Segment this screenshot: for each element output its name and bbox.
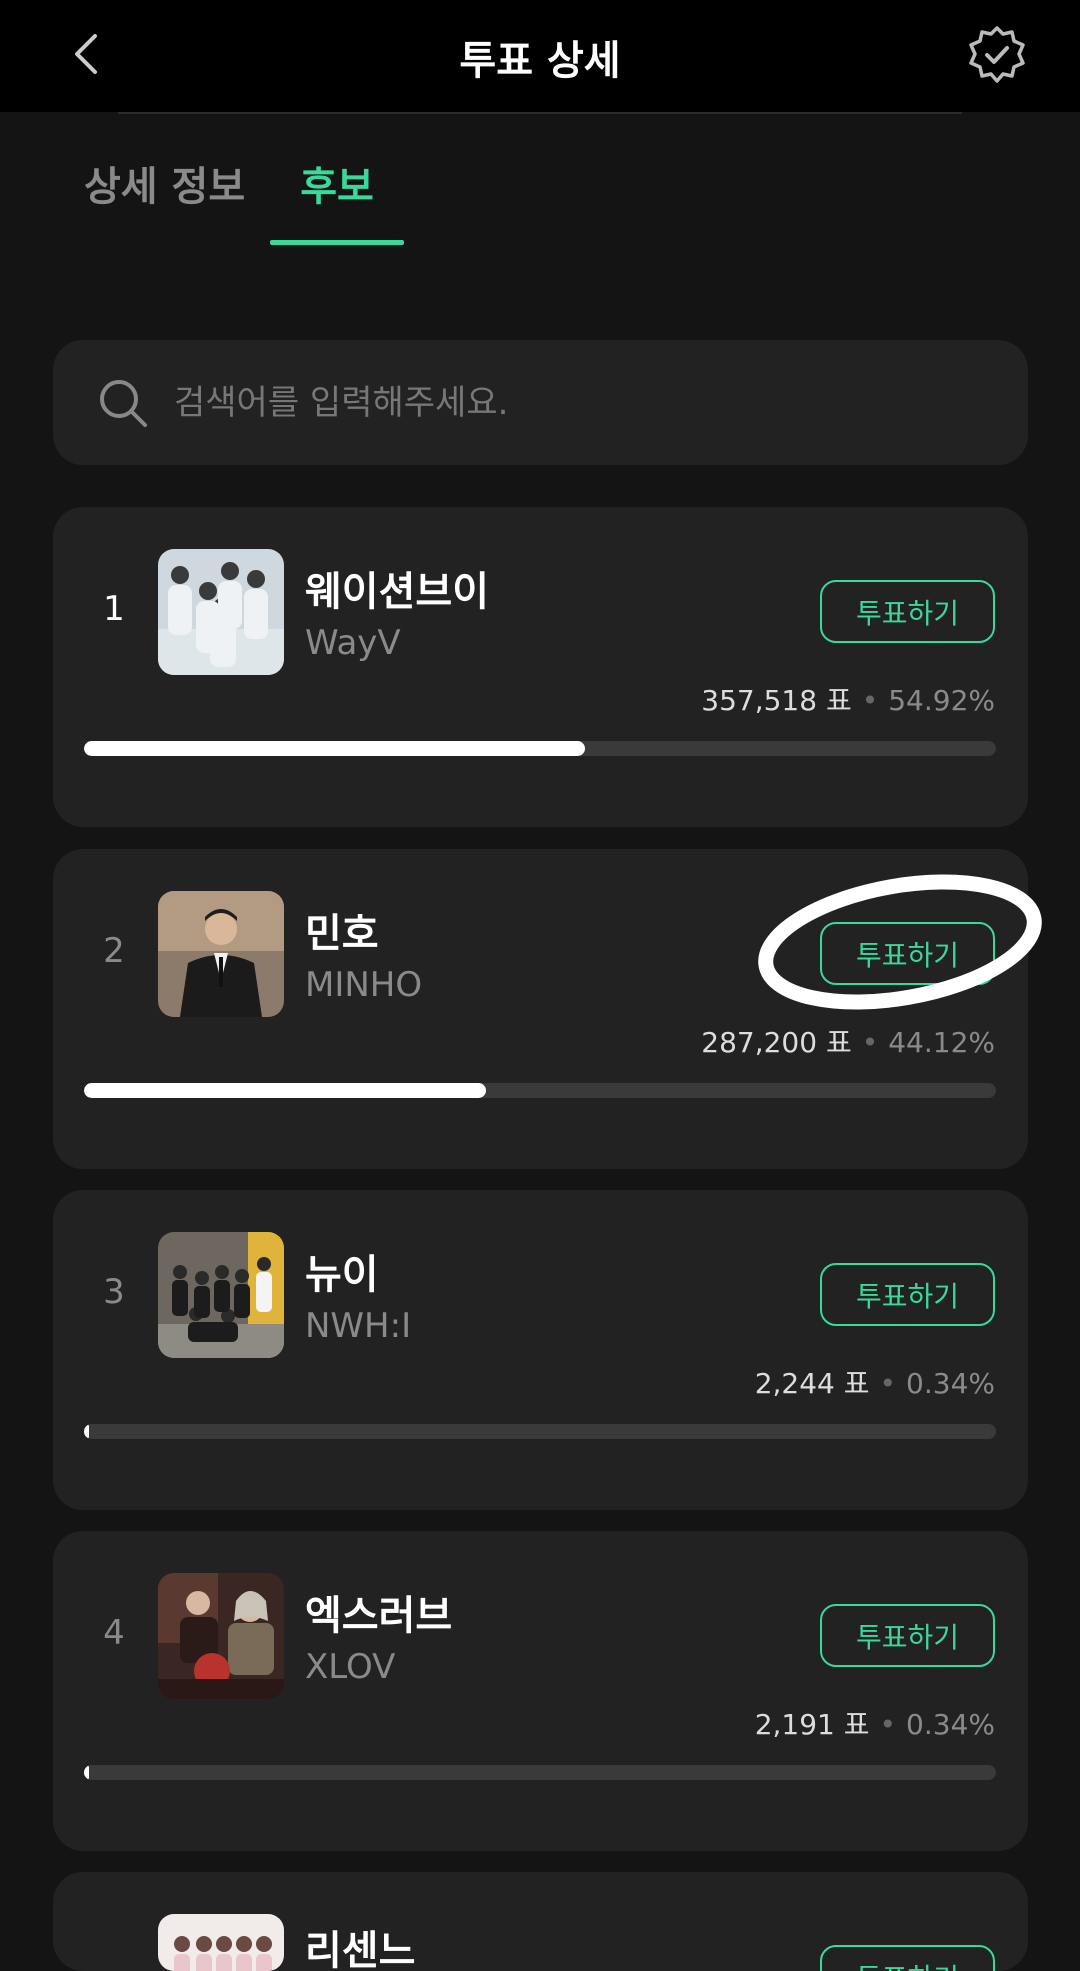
vote-count: 287,200 표	[701, 1026, 852, 1059]
vote-share-bar	[84, 741, 996, 756]
candidate-name-english: WayV	[305, 623, 401, 663]
vote-share-fill	[84, 1765, 90, 1780]
candidate-card: 4 엑스러브 XLOV 투표하기 2,191 표 • 0.34%	[53, 1531, 1028, 1851]
vote-percent: 0.34%	[906, 1367, 995, 1400]
candidate-card: 2 민호 MINHO 투표하기 287,200 표 • 44.12%	[53, 849, 1028, 1169]
candidate-card: 3 뉴이 NWH:I 투표하기 2,244 표 • 0.34%	[53, 1190, 1028, 1510]
vote-share-fill	[84, 741, 585, 756]
rank-number: 4	[103, 1613, 125, 1653]
vote-share-bar	[84, 1083, 996, 1098]
candidate-photo	[158, 1573, 284, 1699]
vote-button[interactable]: 투표하기	[820, 1263, 995, 1326]
candidate-name-korean: 뉴이	[305, 1252, 379, 1298]
candidate-photo	[158, 1914, 284, 1971]
candidate-photo	[158, 891, 284, 1017]
rank-number: 3	[103, 1272, 125, 1312]
rank-number: 1	[103, 589, 125, 629]
tab-detail-info[interactable]: 상세 정보	[84, 154, 245, 212]
vote-share-bar	[84, 1765, 996, 1780]
vote-percent: 54.92%	[888, 684, 995, 717]
vote-button[interactable]: 투표하기	[820, 1945, 995, 1971]
vote-stats: 287,200 표 • 44.12%	[701, 1021, 995, 1061]
top-app-bar: 투표 상세	[0, 0, 1080, 112]
separator-dot: •	[861, 1026, 879, 1059]
candidate-name-english: NWH:I	[305, 1306, 412, 1346]
separator-dot: •	[861, 684, 879, 717]
search-input[interactable]	[174, 370, 934, 436]
candidate-photo	[158, 1232, 284, 1358]
page-title: 투표 상세	[459, 38, 621, 84]
vote-percent: 44.12%	[888, 1026, 995, 1059]
tab-bar: 상세 정보 후보	[0, 114, 1080, 249]
vote-share-fill	[84, 1083, 487, 1098]
vote-share-fill	[84, 1424, 90, 1439]
vote-stats: 357,518 표 • 54.92%	[701, 679, 995, 719]
vote-stats: 2,244 표 • 0.34%	[755, 1362, 995, 1402]
vote-count: 2,191 표	[754, 1708, 870, 1741]
active-tab-indicator	[270, 240, 404, 245]
candidate-name-korean: 리센느	[305, 1928, 416, 1971]
vote-count: 357,518 표	[701, 684, 852, 717]
vote-button[interactable]: 투표하기	[820, 580, 995, 643]
vote-stats: 2,191 표 • 0.34%	[755, 1703, 995, 1743]
candidate-name-english: MINHO	[305, 965, 423, 1005]
candidate-card: 1 웨이션브이 WayV 투표하기 357,518 표 • 54.92%	[53, 507, 1028, 827]
candidate-name-korean: 엑스러브	[305, 1593, 453, 1639]
vote-count: 2,244 표	[754, 1367, 870, 1400]
separator-dot: •	[879, 1708, 897, 1741]
vote-share-bar	[84, 1424, 996, 1439]
vote-percent: 0.34%	[906, 1708, 995, 1741]
candidate-name-korean: 웨이션브이	[305, 569, 489, 615]
verified-badge-icon	[969, 26, 1025, 83]
candidate-name-korean: 민호	[305, 911, 379, 957]
candidate-card: 리센느 투표하기	[53, 1872, 1028, 1971]
vote-button[interactable]: 투표하기	[820, 922, 995, 985]
search-icon	[100, 380, 147, 427]
verify-button[interactable]	[966, 24, 1028, 86]
separator-dot: •	[879, 1367, 897, 1400]
tab-candidates[interactable]: 후보	[270, 154, 404, 212]
rank-number: 2	[103, 931, 125, 971]
vote-button[interactable]: 투표하기	[820, 1604, 995, 1667]
candidate-photo	[158, 549, 284, 675]
candidate-name-english: XLOV	[305, 1647, 396, 1687]
